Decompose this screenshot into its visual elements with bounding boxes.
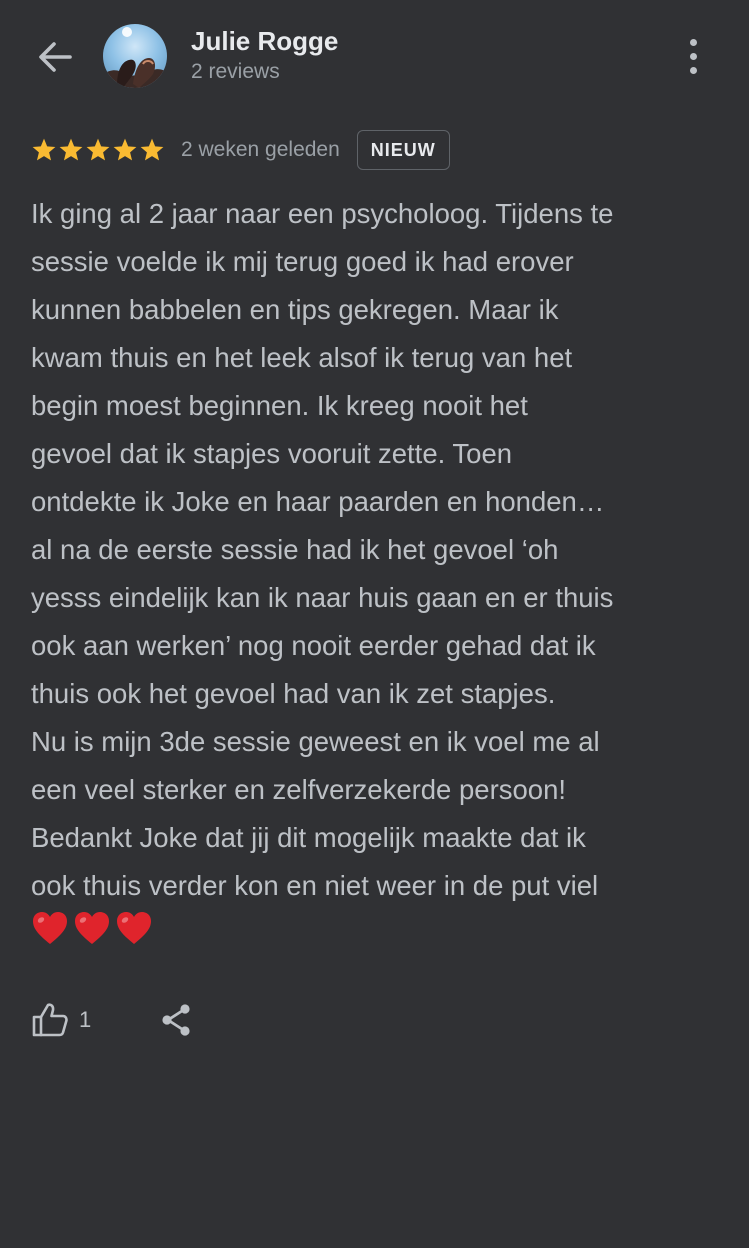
more-options-button[interactable] [672, 34, 714, 78]
thumbs-up-icon [32, 1003, 68, 1037]
review-date: 2 weken geleden [181, 138, 340, 161]
heart-icon [75, 912, 109, 944]
review-body: Ik ging al 2 jaar naar een psycholoog. T… [31, 190, 721, 910]
arrow-back-icon [39, 42, 72, 72]
heart-icon [33, 912, 67, 944]
star-icon [32, 138, 56, 161]
star-rating [31, 137, 165, 163]
review-meta-row: 2 weken geleden NIEUW [31, 128, 450, 172]
review-paragraph: Ik ging al 2 jaar naar een psycholoog. T… [31, 198, 614, 709]
reviewer-review-count: 2 reviews [191, 60, 280, 83]
back-button[interactable] [30, 34, 80, 80]
more-vert-icon [689, 38, 697, 46]
star-icon [86, 138, 110, 161]
reviewer-name[interactable]: Julie Rogge [191, 26, 338, 57]
review-paragraph: Nu is mijn 3de sessie geweest en ik voel… [31, 726, 600, 901]
heart-icon [117, 912, 151, 944]
star-icon [140, 138, 164, 161]
hearts-emoji [31, 910, 153, 946]
share-button[interactable] [159, 1002, 193, 1038]
avatar-image [103, 27, 167, 88]
review-header: Julie Rogge 2 reviews [0, 0, 749, 112]
share-icon [162, 1004, 190, 1036]
avatar[interactable] [103, 24, 167, 88]
star-icon [59, 138, 83, 161]
new-badge: NIEUW [356, 130, 450, 170]
like-button[interactable]: 1 [31, 1002, 91, 1038]
review-actions: 1 [31, 997, 193, 1043]
review-detail-page: Julie Rogge 2 reviews 2 weken geleden NI… [0, 0, 749, 1248]
star-icon [113, 138, 137, 161]
like-count: 1 [79, 1007, 92, 1032]
